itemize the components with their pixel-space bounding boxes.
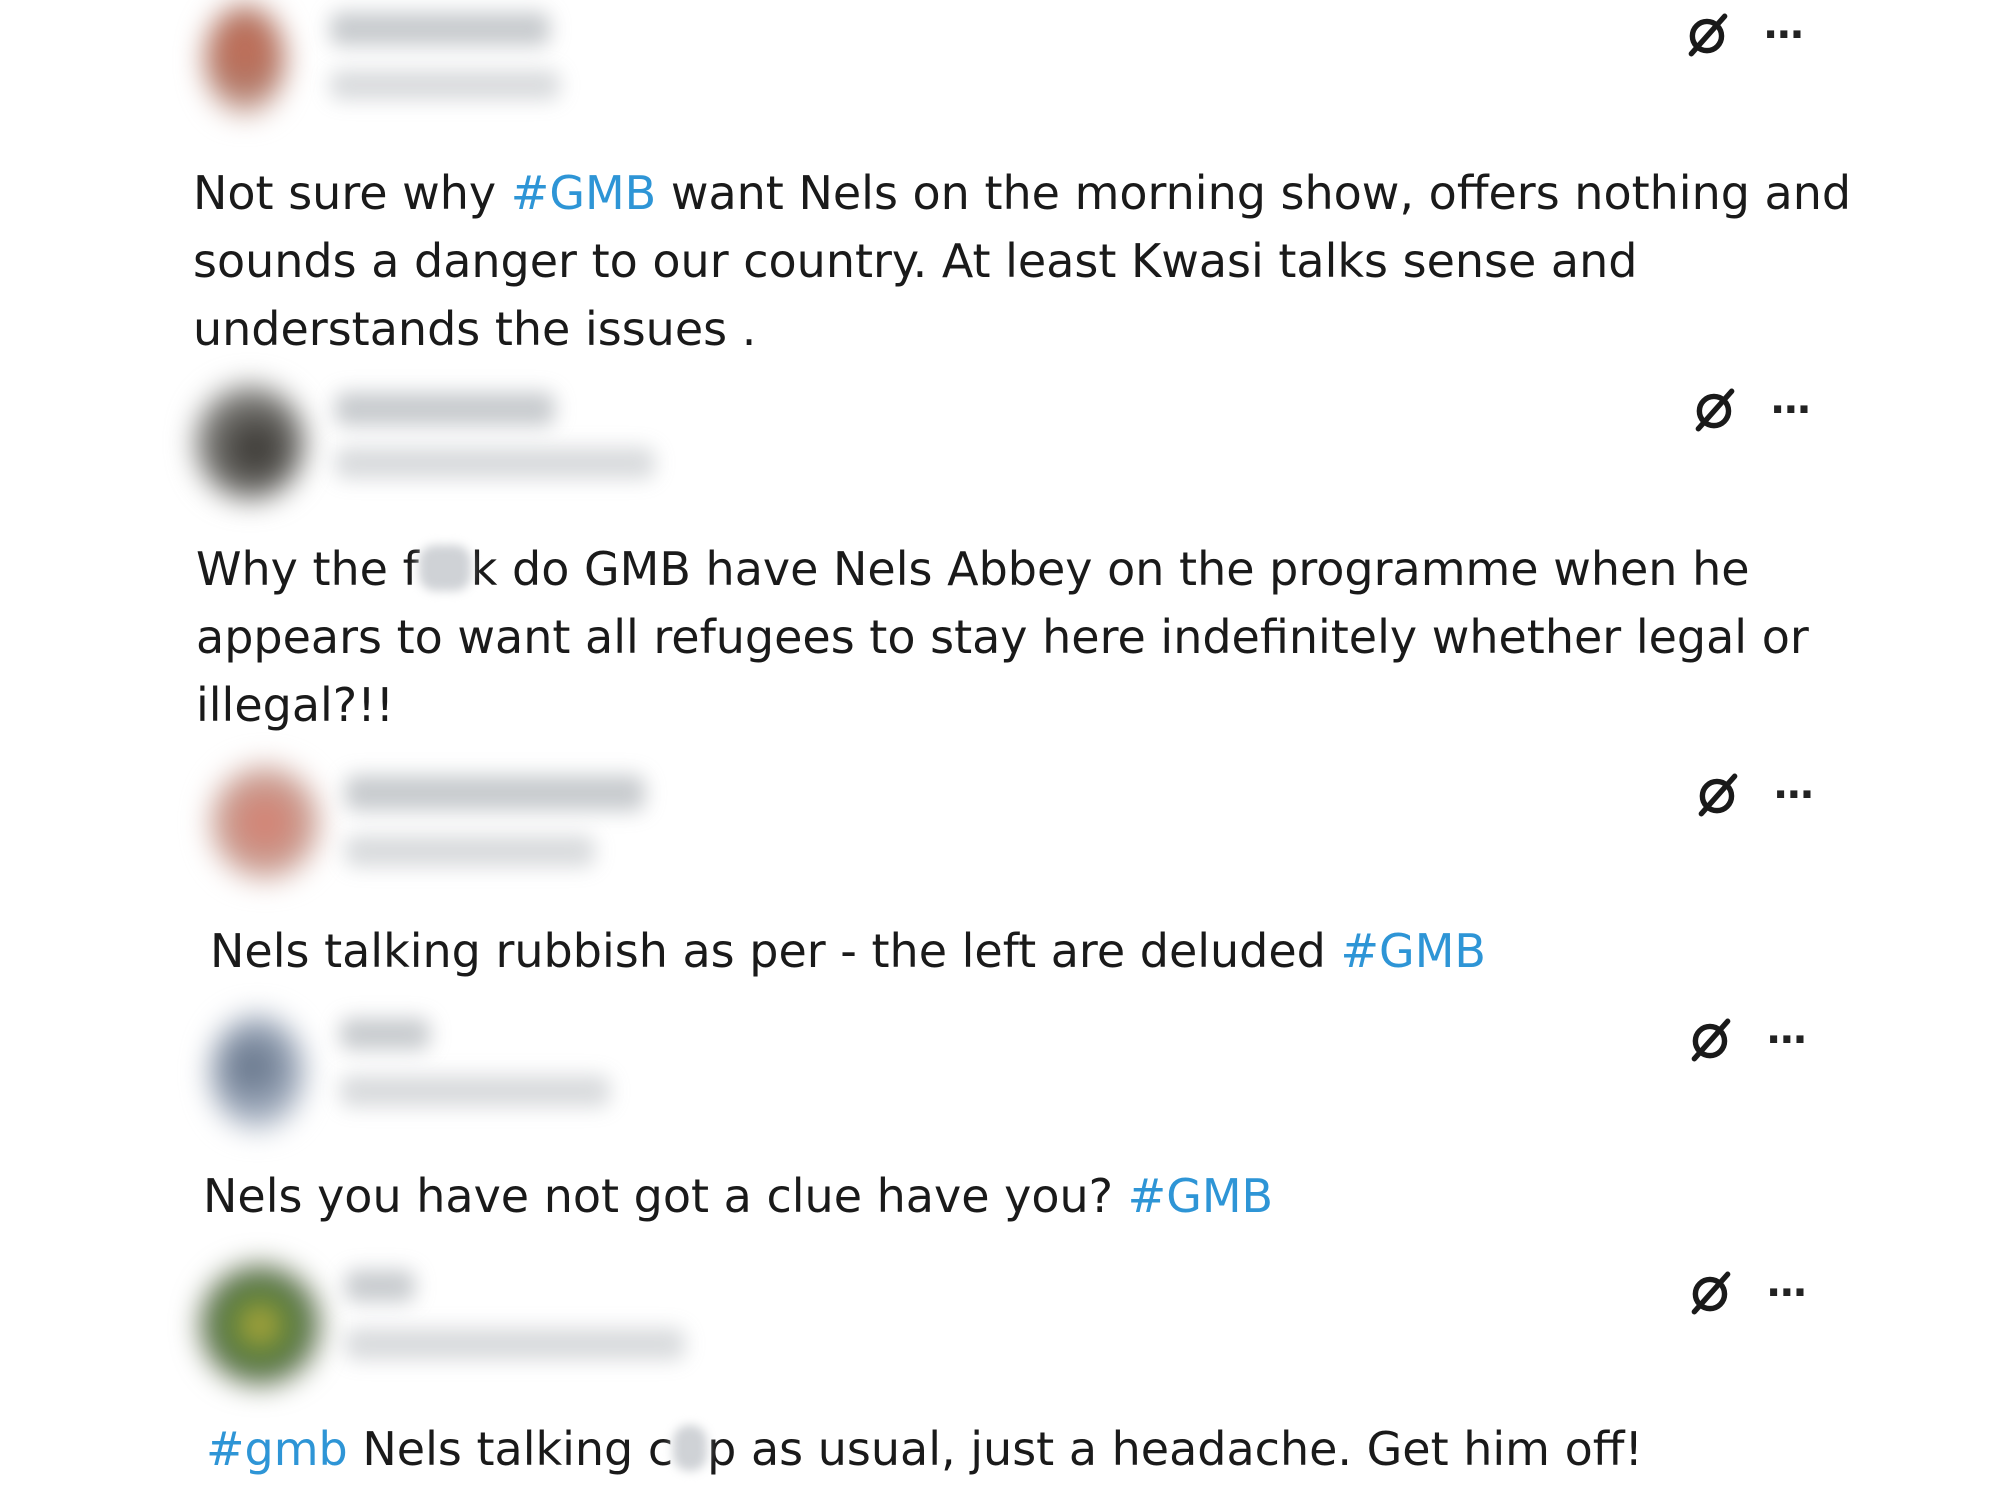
post-text-segment: Why the f — [196, 542, 419, 596]
hashtag-link[interactable]: #GMB — [1128, 1169, 1273, 1223]
post-text: Nels you have not got a clue have you? #… — [203, 1162, 1273, 1230]
post-text-segment: Not sure why — [193, 166, 511, 220]
display-name[interactable] — [345, 775, 645, 811]
more-icon[interactable]: ··· — [1770, 390, 1812, 430]
more-icon[interactable]: ··· — [1766, 1020, 1808, 1060]
post-text-line: understands the issues . — [193, 302, 757, 356]
post-text: #gmb Nels talking c p as usual, just a he… — [206, 1415, 1643, 1483]
post-text-segment: Nels talking rubbish as per - the left a… — [210, 924, 1341, 978]
post-text-line: appears to want all refugees to stay her… — [196, 610, 1809, 664]
hashtag-link[interactable]: #GMB — [1341, 924, 1486, 978]
display-name[interactable] — [340, 1018, 430, 1050]
display-name[interactable] — [330, 12, 550, 46]
avatar[interactable] — [200, 1265, 320, 1385]
display-name[interactable] — [345, 1270, 415, 1302]
post-text: Why the f k do GMB have Nels Abbey on the… — [196, 535, 1809, 739]
grok-icon[interactable] — [1690, 385, 1740, 435]
post-text-segment: Nels talking c — [347, 1422, 674, 1476]
more-icon[interactable]: ··· — [1766, 1273, 1808, 1313]
grok-icon[interactable] — [1693, 770, 1743, 820]
censor-blur — [673, 1425, 708, 1471]
user-handle[interactable] — [345, 1328, 685, 1360]
post-text: Not sure why #GMB want Nels on the morni… — [193, 159, 1851, 363]
more-icon[interactable]: ··· — [1763, 15, 1805, 55]
hashtag-link[interactable]: #gmb — [206, 1422, 348, 1476]
user-handle[interactable] — [330, 70, 560, 100]
grok-icon[interactable] — [1686, 1015, 1736, 1065]
censor-blur — [418, 545, 471, 591]
more-icon[interactable]: ··· — [1773, 775, 1815, 815]
post-text-segment: Nels you have not got a clue have you? — [203, 1169, 1128, 1223]
post-text-line: illegal?!! — [196, 678, 395, 732]
grok-icon[interactable] — [1686, 1268, 1736, 1318]
post-text-segment: p as usual, just a headache. Get him off… — [707, 1422, 1643, 1476]
display-name[interactable] — [335, 392, 555, 426]
post-text-line: sounds a danger to our country. At least… — [193, 234, 1638, 288]
hashtag-link[interactable]: #GMB — [511, 166, 656, 220]
post-text-segment: want Nels on the morning show, offers no… — [656, 166, 1852, 220]
avatar[interactable] — [205, 5, 285, 115]
avatar[interactable] — [195, 385, 305, 500]
user-handle[interactable] — [335, 447, 655, 479]
grok-icon[interactable] — [1683, 10, 1733, 60]
avatar[interactable] — [210, 1015, 305, 1130]
user-handle[interactable] — [345, 835, 595, 867]
post-text-segment: k do GMB have Nels Abbey on the programm… — [470, 542, 1750, 596]
avatar[interactable] — [210, 765, 320, 880]
user-handle[interactable] — [340, 1075, 610, 1107]
post-text: Nels talking rubbish as per - the left a… — [210, 917, 1486, 985]
